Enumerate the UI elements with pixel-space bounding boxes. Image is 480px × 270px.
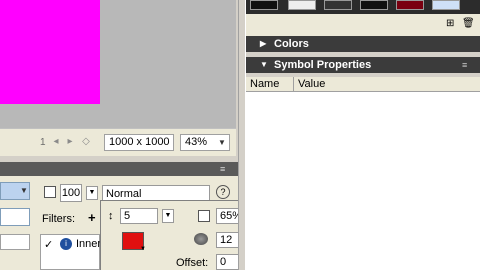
library-thumbnail[interactable] <box>360 0 388 10</box>
frame-number: 1 <box>40 137 46 148</box>
knockout-icon <box>194 233 208 245</box>
library-thumbnail[interactable] <box>250 0 278 10</box>
distance-field[interactable]: 5 <box>120 208 158 224</box>
library-thumbnail[interactable] <box>324 0 352 10</box>
filters-label: Filters: <box>42 213 75 225</box>
stage-canvas[interactable] <box>0 0 100 104</box>
symbol-properties-title: Symbol Properties <box>274 59 372 71</box>
alpha-field[interactable]: 100 <box>60 184 82 202</box>
library-thumbnail[interactable] <box>432 0 460 10</box>
filter-item-label[interactable]: Inner <box>76 238 101 250</box>
library-thumbnail[interactable] <box>288 0 316 10</box>
delete-icon[interactable]: 🗑 <box>462 18 475 29</box>
help-icon[interactable]: ? <box>216 185 230 199</box>
panel-menu-icon[interactable]: ≡ <box>462 60 467 70</box>
chevron-down-icon[interactable]: ▼ <box>20 186 28 196</box>
alpha-icon <box>44 186 56 198</box>
properties-header <box>0 162 240 176</box>
strength-icon <box>198 210 210 222</box>
chevron-down-icon[interactable]: ▼ <box>216 135 228 150</box>
new-item-icon[interactable]: ⊞ <box>446 18 454 29</box>
chevron-down-icon[interactable]: ▼ <box>162 209 174 223</box>
filter-enabled-check[interactable]: ✓ <box>44 238 53 251</box>
chevron-down-icon[interactable]: ▼ <box>140 246 146 252</box>
left-dropdown[interactable] <box>0 208 30 226</box>
offset-label: Offset: <box>176 257 209 269</box>
library-thumbnail[interactable] <box>396 0 424 10</box>
onion-skin-icon[interactable]: ◇ <box>80 136 92 148</box>
symbol-properties-header[interactable]: ▼ Symbol Properties <box>246 57 480 73</box>
column-header-name[interactable]: Name <box>250 78 279 90</box>
panel-grip-icon[interactable]: ≡ <box>220 164 234 174</box>
step-forward-icon[interactable]: ▸ <box>64 136 76 148</box>
distance-icon: ↕ <box>108 210 114 222</box>
chevron-right-icon: ▶ <box>260 39 267 48</box>
column-header-value[interactable]: Value <box>298 78 325 90</box>
left-field[interactable] <box>0 234 30 250</box>
symbol-properties-table[interactable] <box>246 92 480 270</box>
library-toolbar <box>246 14 480 36</box>
chevron-down-icon: ▼ <box>260 60 268 69</box>
colors-panel-header[interactable]: ▶ Colors <box>246 36 480 52</box>
add-filter-button[interactable]: + <box>88 210 100 225</box>
panel-divider[interactable] <box>238 0 246 270</box>
info-icon: i <box>60 238 72 250</box>
step-back-icon[interactable]: ◂ <box>50 136 62 148</box>
symbol-table-header <box>246 77 480 92</box>
column-separator[interactable] <box>293 77 294 92</box>
stage-size-field[interactable]: 1000 x 1000 <box>104 134 174 151</box>
colors-title: Colors <box>274 38 309 50</box>
chevron-down-icon[interactable]: ▼ <box>86 186 98 200</box>
